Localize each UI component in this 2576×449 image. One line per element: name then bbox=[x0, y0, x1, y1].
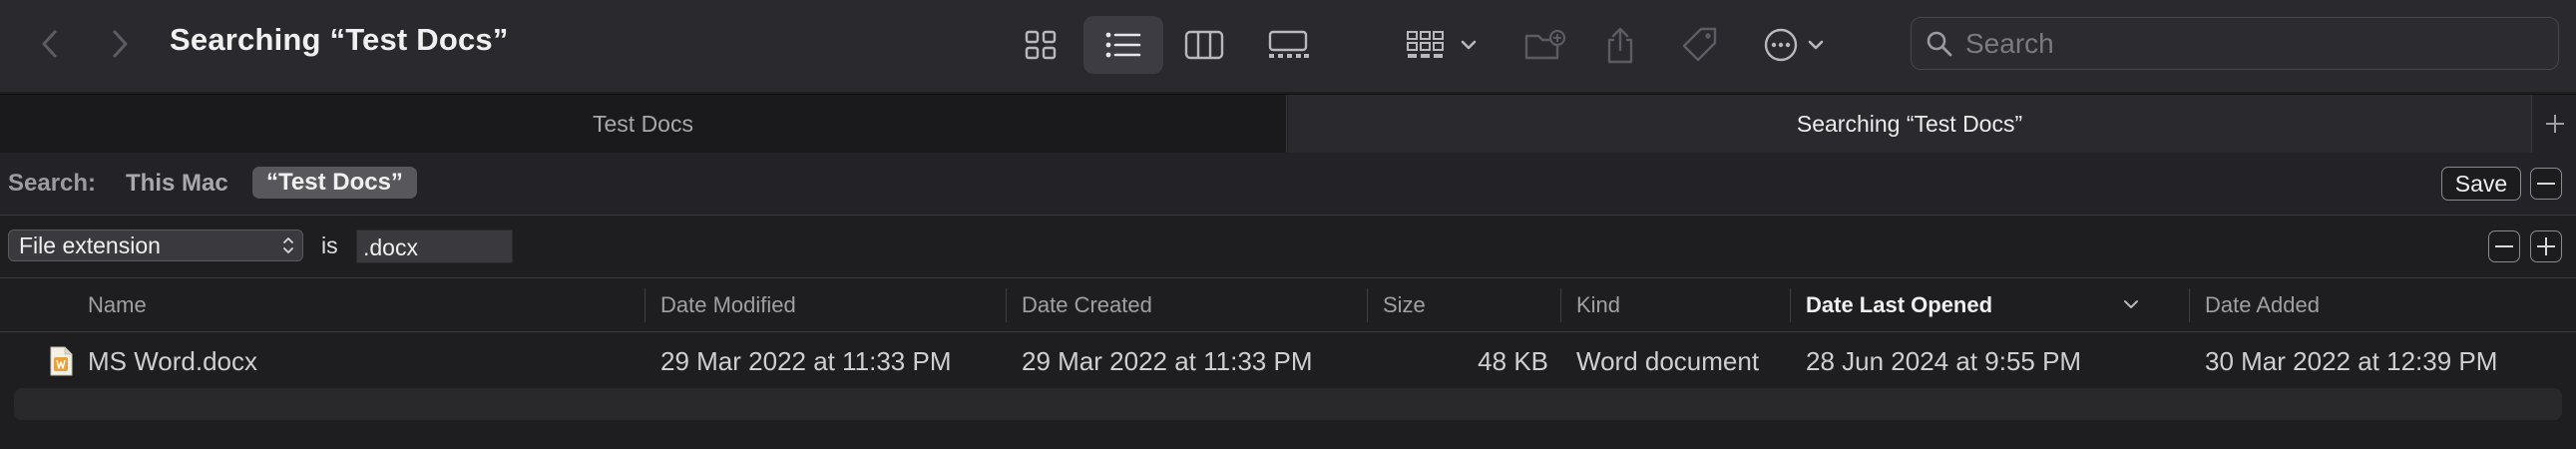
column-divider[interactable] bbox=[1367, 288, 1368, 322]
list-view-button[interactable] bbox=[1083, 16, 1163, 74]
operator-label: is bbox=[321, 232, 338, 258]
search-field[interactable] bbox=[1911, 17, 2559, 70]
column-date-last-opened[interactable]: Date Last Opened bbox=[1794, 278, 2163, 331]
remove-search-button[interactable] bbox=[2530, 168, 2562, 200]
scope-label: Search: bbox=[8, 170, 97, 197]
gallery-icon bbox=[1268, 30, 1309, 58]
file-date-modified: 29 Mar 2022 at 11:33 PM bbox=[660, 345, 952, 376]
remove-criterion-button[interactable] bbox=[2488, 230, 2520, 262]
file-size: 48 KB bbox=[1478, 345, 1548, 376]
attribute-popup[interactable]: File extension bbox=[8, 229, 303, 261]
window-title: Searching “Test Docs” bbox=[170, 22, 509, 57]
tab-searching-test-docs[interactable]: Searching “Test Docs” bbox=[1288, 95, 2531, 153]
file-date-last-opened: 28 Jun 2024 at 9:55 PM bbox=[1806, 345, 2082, 376]
group-button[interactable] bbox=[1405, 16, 1481, 74]
group-icon bbox=[1407, 31, 1477, 58]
file-kind: Word document bbox=[1576, 345, 1760, 376]
new-folder-button[interactable] bbox=[1520, 16, 1570, 74]
tag-icon bbox=[1682, 27, 1717, 62]
save-search-button[interactable]: Save bbox=[2441, 167, 2521, 201]
word-document-icon bbox=[48, 346, 74, 381]
ellipsis-circle-icon bbox=[1764, 28, 1824, 62]
scope-test-docs[interactable]: “Test Docs” bbox=[252, 167, 417, 199]
gallery-view-button[interactable] bbox=[1261, 16, 1315, 74]
toolbar: Searching “Test Docs” bbox=[0, 0, 2576, 92]
more-actions-button[interactable] bbox=[1762, 16, 1838, 74]
columns-icon bbox=[1184, 30, 1224, 60]
new-tab-button[interactable] bbox=[2531, 95, 2576, 153]
column-date-created[interactable]: Date Created bbox=[1010, 278, 1365, 331]
file-name: MS Word.docx bbox=[88, 345, 258, 376]
file-row[interactable]: MS Word.docx 29 Mar 2022 at 11:33 PM 29 … bbox=[0, 332, 2576, 390]
share-button[interactable] bbox=[1600, 16, 1640, 74]
sort-descending-icon bbox=[2124, 300, 2138, 308]
column-date-modified[interactable]: Date Modified bbox=[648, 278, 1004, 331]
add-criterion-button[interactable] bbox=[2530, 230, 2562, 262]
forward-button[interactable] bbox=[98, 22, 142, 66]
scope-this-mac[interactable]: This Mac bbox=[126, 170, 228, 198]
column-name[interactable]: Name bbox=[76, 278, 644, 331]
list-icon bbox=[1105, 32, 1141, 58]
file-date-added: 30 Mar 2022 at 12:39 PM bbox=[2205, 345, 2498, 376]
tag-button[interactable] bbox=[1678, 16, 1722, 74]
search-criteria-row: File extension is bbox=[0, 216, 2576, 278]
extension-value-field[interactable] bbox=[356, 229, 513, 263]
column-divider[interactable] bbox=[1560, 288, 1561, 322]
column-divider[interactable] bbox=[2189, 288, 2190, 322]
column-date-added[interactable]: Date Added bbox=[2193, 278, 2572, 331]
column-divider[interactable] bbox=[644, 288, 645, 322]
chevron-right-icon bbox=[113, 30, 128, 58]
tab-test-docs[interactable]: Test Docs bbox=[0, 95, 1287, 153]
attribute-popup-label: File extension bbox=[19, 231, 161, 258]
grid-icon bbox=[1025, 30, 1057, 60]
magnifier-icon bbox=[1927, 31, 1952, 56]
search-input[interactable] bbox=[1963, 26, 2526, 61]
tab-bar: Test Docs Searching “Test Docs” bbox=[0, 94, 2576, 154]
chevron-left-icon bbox=[42, 30, 57, 58]
up-down-chevron-icon bbox=[283, 237, 293, 253]
column-divider[interactable] bbox=[1790, 288, 1791, 322]
column-size[interactable]: Size bbox=[1371, 278, 1560, 331]
icon-view-button[interactable] bbox=[1016, 16, 1066, 74]
column-divider[interactable] bbox=[1006, 288, 1007, 322]
empty-row-stripe bbox=[14, 388, 2562, 420]
plus-icon bbox=[2537, 237, 2555, 255]
back-button[interactable] bbox=[28, 22, 72, 66]
column-header: Name Date Modified Date Created Size Kin… bbox=[0, 278, 2576, 332]
column-kind[interactable]: Kind bbox=[1564, 278, 1788, 331]
plus-icon bbox=[2545, 115, 2564, 133]
search-scope-bar: Search: This Mac “Test Docs” Save bbox=[0, 153, 2576, 216]
minus-icon bbox=[2537, 183, 2555, 185]
file-date-created: 29 Mar 2022 at 11:33 PM bbox=[1022, 345, 1313, 376]
share-icon bbox=[1607, 27, 1633, 64]
minus-icon bbox=[2495, 245, 2513, 247]
column-date-last-opened-label: Date Last Opened bbox=[1806, 291, 1993, 317]
column-view-button[interactable] bbox=[1179, 16, 1229, 74]
new-folder-icon bbox=[1524, 29, 1566, 60]
